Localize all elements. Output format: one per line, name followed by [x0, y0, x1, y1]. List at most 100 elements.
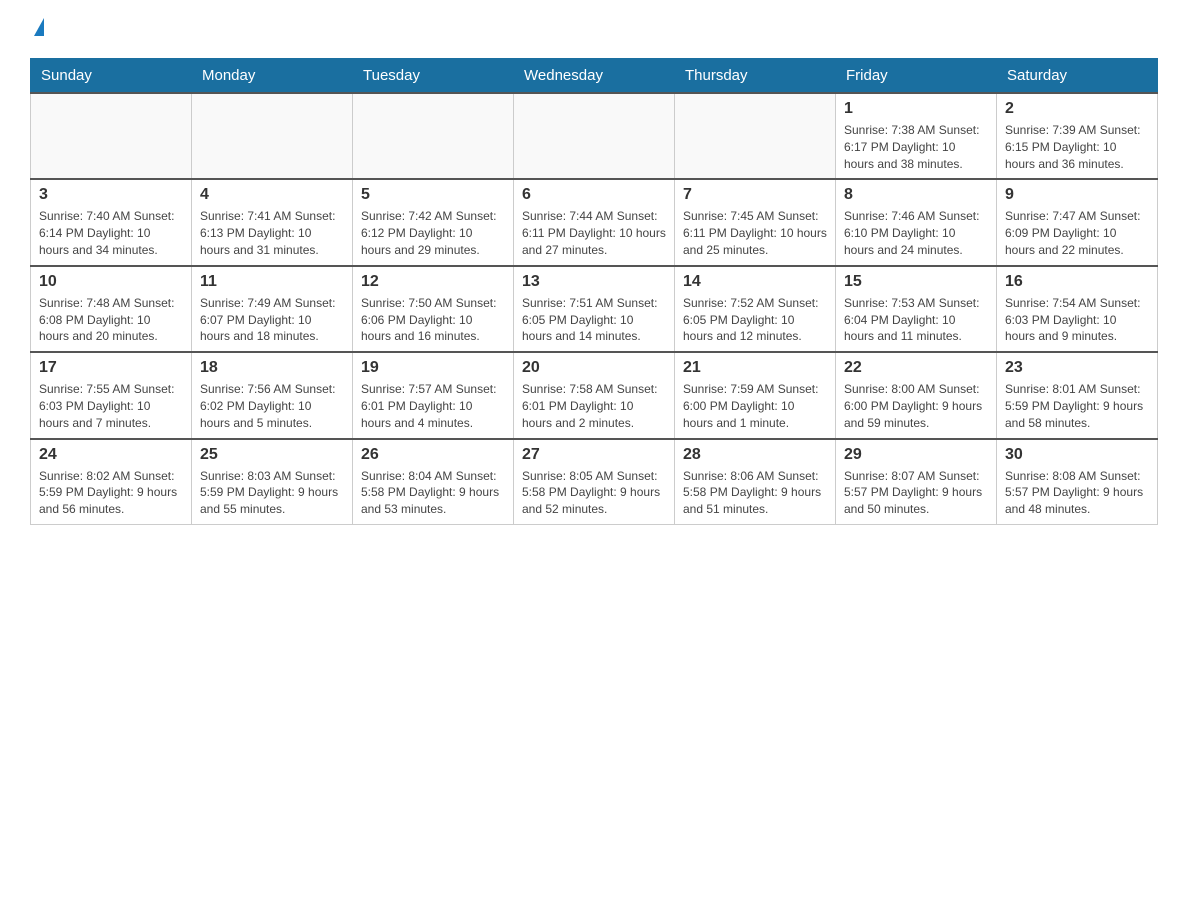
day-info: Sunrise: 7:56 AM Sunset: 6:02 PM Dayligh…	[200, 381, 344, 431]
day-number: 6	[522, 186, 666, 204]
calendar-cell: 16 Sunrise: 7:54 AM Sunset: 6:03 PM Dayli…	[997, 266, 1158, 352]
calendar-cell: 24 Sunrise: 8:02 AM Sunset: 5:59 PM Dayli…	[31, 439, 192, 525]
calendar-cell: 5 Sunrise: 7:42 AM Sunset: 6:12 PM Daylig…	[353, 179, 514, 265]
calendar-cell: 7Sunrise: 7:45 AM Sunset: 6:11 PM Daylig…	[675, 179, 836, 265]
day-number: 24	[39, 446, 183, 464]
day-info: Sunrise: 7:59 AM Sunset: 6:00 PM Dayligh…	[683, 381, 827, 431]
day-info: Sunrise: 8:02 AM Sunset: 5:59 PM Dayligh…	[39, 468, 183, 518]
calendar-cell: 18 Sunrise: 7:56 AM Sunset: 6:02 PM Dayli…	[192, 352, 353, 438]
day-info: Sunrise: 8:06 AM Sunset: 5:58 PM Dayligh…	[683, 468, 827, 518]
day-number: 27	[522, 446, 666, 464]
calendar-cell: 6Sunrise: 7:44 AM Sunset: 6:11 PM Daylig…	[514, 179, 675, 265]
day-number: 21	[683, 359, 827, 377]
week-row-3: 10 Sunrise: 7:48 AM Sunset: 6:08 PM Dayli…	[31, 266, 1158, 352]
calendar-cell: 20 Sunrise: 7:58 AM Sunset: 6:01 PM Dayli…	[514, 352, 675, 438]
calendar-cell	[514, 93, 675, 179]
header-tuesday: Tuesday	[353, 59, 514, 94]
day-info: Sunrise: 8:03 AM Sunset: 5:59 PM Dayligh…	[200, 468, 344, 518]
week-row-2: 3 Sunrise: 7:40 AM Sunset: 6:14 PM Daylig…	[31, 179, 1158, 265]
day-number: 10	[39, 273, 183, 291]
day-number: 4	[200, 186, 344, 204]
week-row-1: 1 Sunrise: 7:38 AM Sunset: 6:17 PM Daylig…	[31, 93, 1158, 179]
day-number: 23	[1005, 359, 1149, 377]
day-number: 17	[39, 359, 183, 377]
calendar-cell: 15 Sunrise: 7:53 AM Sunset: 6:04 PM Dayli…	[836, 266, 997, 352]
day-info: Sunrise: 7:47 AM Sunset: 6:09 PM Dayligh…	[1005, 208, 1149, 258]
day-info: Sunrise: 7:51 AM Sunset: 6:05 PM Dayligh…	[522, 295, 666, 345]
calendar: SundayMondayTuesdayWednesdayThursdayFrid…	[30, 58, 1158, 525]
day-info: Sunrise: 8:05 AM Sunset: 5:58 PM Dayligh…	[522, 468, 666, 518]
calendar-cell: 9 Sunrise: 7:47 AM Sunset: 6:09 PM Daylig…	[997, 179, 1158, 265]
day-number: 20	[522, 359, 666, 377]
day-number: 3	[39, 186, 183, 204]
calendar-cell: 8 Sunrise: 7:46 AM Sunset: 6:10 PM Daylig…	[836, 179, 997, 265]
day-number: 22	[844, 359, 988, 377]
calendar-cell: 4 Sunrise: 7:41 AM Sunset: 6:13 PM Daylig…	[192, 179, 353, 265]
calendar-cell: 23Sunrise: 8:01 AM Sunset: 5:59 PM Dayli…	[997, 352, 1158, 438]
week-row-4: 17 Sunrise: 7:55 AM Sunset: 6:03 PM Dayli…	[31, 352, 1158, 438]
calendar-cell: 17 Sunrise: 7:55 AM Sunset: 6:03 PM Dayli…	[31, 352, 192, 438]
day-number: 30	[1005, 446, 1149, 464]
calendar-cell: 13 Sunrise: 7:51 AM Sunset: 6:05 PM Dayli…	[514, 266, 675, 352]
day-info: Sunrise: 7:41 AM Sunset: 6:13 PM Dayligh…	[200, 208, 344, 258]
calendar-cell	[675, 93, 836, 179]
day-info: Sunrise: 8:04 AM Sunset: 5:58 PM Dayligh…	[361, 468, 505, 518]
day-number: 11	[200, 273, 344, 291]
day-info: Sunrise: 7:46 AM Sunset: 6:10 PM Dayligh…	[844, 208, 988, 258]
calendar-cell: 2Sunrise: 7:39 AM Sunset: 6:15 PM Daylig…	[997, 93, 1158, 179]
calendar-cell: 12 Sunrise: 7:50 AM Sunset: 6:06 PM Dayli…	[353, 266, 514, 352]
logo	[30, 20, 44, 38]
day-number: 16	[1005, 273, 1149, 291]
day-number: 9	[1005, 186, 1149, 204]
header-thursday: Thursday	[675, 59, 836, 94]
calendar-cell: 25Sunrise: 8:03 AM Sunset: 5:59 PM Dayli…	[192, 439, 353, 525]
day-info: Sunrise: 7:48 AM Sunset: 6:08 PM Dayligh…	[39, 295, 183, 345]
day-number: 29	[844, 446, 988, 464]
calendar-cell: 10 Sunrise: 7:48 AM Sunset: 6:08 PM Dayli…	[31, 266, 192, 352]
page-header	[30, 20, 1158, 38]
day-number: 13	[522, 273, 666, 291]
day-info: Sunrise: 7:38 AM Sunset: 6:17 PM Dayligh…	[844, 122, 988, 172]
calendar-cell: 19Sunrise: 7:57 AM Sunset: 6:01 PM Dayli…	[353, 352, 514, 438]
day-info: Sunrise: 7:52 AM Sunset: 6:05 PM Dayligh…	[683, 295, 827, 345]
header-sunday: Sunday	[31, 59, 192, 94]
calendar-cell: 27 Sunrise: 8:05 AM Sunset: 5:58 PM Dayli…	[514, 439, 675, 525]
header-friday: Friday	[836, 59, 997, 94]
header-saturday: Saturday	[997, 59, 1158, 94]
calendar-header-row: SundayMondayTuesdayWednesdayThursdayFrid…	[31, 59, 1158, 94]
day-info: Sunrise: 8:08 AM Sunset: 5:57 PM Dayligh…	[1005, 468, 1149, 518]
calendar-cell: 1 Sunrise: 7:38 AM Sunset: 6:17 PM Daylig…	[836, 93, 997, 179]
calendar-cell: 21 Sunrise: 7:59 AM Sunset: 6:00 PM Dayli…	[675, 352, 836, 438]
header-wednesday: Wednesday	[514, 59, 675, 94]
calendar-cell: 11 Sunrise: 7:49 AM Sunset: 6:07 PM Dayli…	[192, 266, 353, 352]
day-number: 12	[361, 273, 505, 291]
day-number: 15	[844, 273, 988, 291]
day-info: Sunrise: 7:40 AM Sunset: 6:14 PM Dayligh…	[39, 208, 183, 258]
calendar-cell: 3 Sunrise: 7:40 AM Sunset: 6:14 PM Daylig…	[31, 179, 192, 265]
day-number: 14	[683, 273, 827, 291]
calendar-cell	[192, 93, 353, 179]
day-info: Sunrise: 7:53 AM Sunset: 6:04 PM Dayligh…	[844, 295, 988, 345]
day-info: Sunrise: 7:39 AM Sunset: 6:15 PM Dayligh…	[1005, 122, 1149, 172]
day-number: 19	[361, 359, 505, 377]
calendar-cell	[353, 93, 514, 179]
day-number: 1	[844, 100, 988, 118]
day-number: 18	[200, 359, 344, 377]
day-number: 26	[361, 446, 505, 464]
day-info: Sunrise: 7:54 AM Sunset: 6:03 PM Dayligh…	[1005, 295, 1149, 345]
day-number: 8	[844, 186, 988, 204]
day-info: Sunrise: 7:49 AM Sunset: 6:07 PM Dayligh…	[200, 295, 344, 345]
week-row-5: 24 Sunrise: 8:02 AM Sunset: 5:59 PM Dayli…	[31, 439, 1158, 525]
calendar-cell	[31, 93, 192, 179]
day-info: Sunrise: 7:50 AM Sunset: 6:06 PM Dayligh…	[361, 295, 505, 345]
day-number: 28	[683, 446, 827, 464]
calendar-cell: 22 Sunrise: 8:00 AM Sunset: 6:00 PM Dayli…	[836, 352, 997, 438]
calendar-cell: 28 Sunrise: 8:06 AM Sunset: 5:58 PM Dayli…	[675, 439, 836, 525]
day-number: 7	[683, 186, 827, 204]
day-info: Sunrise: 8:07 AM Sunset: 5:57 PM Dayligh…	[844, 468, 988, 518]
day-info: Sunrise: 7:42 AM Sunset: 6:12 PM Dayligh…	[361, 208, 505, 258]
day-number: 5	[361, 186, 505, 204]
day-info: Sunrise: 7:55 AM Sunset: 6:03 PM Dayligh…	[39, 381, 183, 431]
day-info: Sunrise: 7:58 AM Sunset: 6:01 PM Dayligh…	[522, 381, 666, 431]
day-info: Sunrise: 8:00 AM Sunset: 6:00 PM Dayligh…	[844, 381, 988, 431]
